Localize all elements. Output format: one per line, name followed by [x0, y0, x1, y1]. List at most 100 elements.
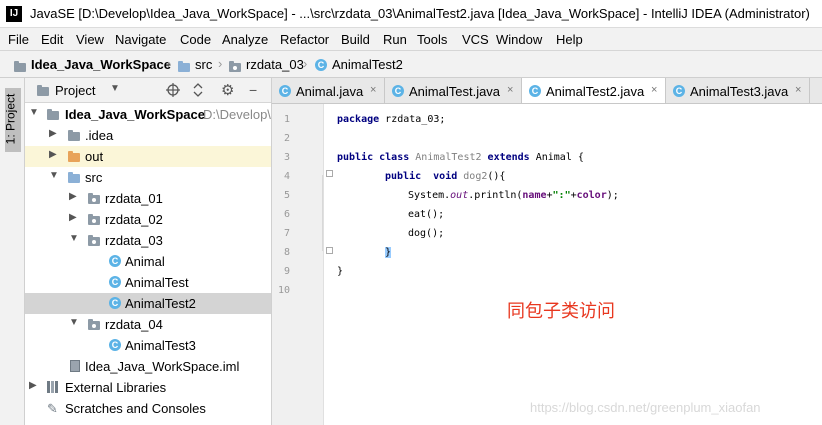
menu-run[interactable]: Run — [383, 32, 407, 47]
module-folder-icon — [14, 61, 26, 72]
code-line-7: dog(); — [408, 228, 445, 239]
tree-item-animaltest2[interactable]: C AnimalTest2 — [25, 293, 271, 314]
class-icon: C — [109, 276, 121, 288]
breadcrumb-class[interactable]: AnimalTest2 — [332, 57, 403, 72]
scratches-icon: ✎ — [47, 401, 58, 416]
class-icon: C — [109, 255, 121, 267]
project-view-dropdown[interactable]: Project — [55, 83, 95, 98]
menu-navigate[interactable]: Navigate — [115, 32, 166, 47]
code-line-6: eat(); — [408, 209, 445, 220]
line-number: 3 — [283, 152, 290, 163]
tree-item-label: rzdata_03 — [105, 233, 163, 248]
menu-analyze[interactable]: Analyze — [222, 32, 268, 47]
expand-arrow-icon[interactable]: ▼ — [29, 107, 39, 118]
menu-edit[interactable]: Edit — [41, 32, 63, 47]
tree-item-out[interactable]: ▶ out — [25, 146, 271, 167]
chevron-down-icon[interactable]: ▼ — [110, 83, 120, 94]
tree-item-iml-file[interactable]: Idea_Java_WorkSpace.iml — [25, 356, 271, 377]
menu-window[interactable]: Window — [496, 32, 542, 47]
menu-build[interactable]: Build — [341, 32, 370, 47]
tree-item-label: Animal — [125, 254, 165, 269]
menu-tools[interactable]: Tools — [417, 32, 447, 47]
intellij-icon: IJ — [6, 6, 22, 22]
menu-refactor[interactable]: Refactor — [280, 32, 329, 47]
breadcrumb: Idea_Java_WorkSpace › src › rzdata_03 › … — [0, 51, 822, 78]
close-icon[interactable]: × — [370, 84, 376, 96]
line-number: 1 — [283, 114, 290, 125]
tree-item-rzdata-03[interactable]: ▼ rzdata_03 — [25, 230, 271, 251]
folder-icon — [68, 130, 80, 141]
class-icon: C — [392, 85, 404, 97]
tree-item-label: External Libraries — [65, 380, 167, 395]
tree-item-rzdata-01[interactable]: ▶ rzdata_01 — [25, 188, 271, 209]
breadcrumb-package[interactable]: rzdata_03 — [246, 57, 304, 72]
close-icon[interactable]: × — [651, 84, 657, 96]
locate-icon[interactable] — [166, 83, 180, 97]
class-icon: C — [673, 85, 685, 97]
collapsed-arrow-icon[interactable]: ▶ — [49, 128, 57, 139]
tree-item-label: AnimalTest2 — [125, 296, 196, 311]
close-icon[interactable]: × — [795, 84, 801, 96]
line-number: 6 — [283, 209, 290, 220]
tree-item-label: rzdata_02 — [105, 212, 163, 227]
fold-marker-icon[interactable] — [326, 170, 333, 177]
breadcrumb-project[interactable]: Idea_Java_WorkSpace — [31, 57, 171, 72]
tree-item-external-libraries[interactable]: ▶ External Libraries — [25, 377, 271, 398]
collapsed-arrow-icon[interactable]: ▶ — [29, 380, 37, 391]
tree-item-animaltest3[interactable]: C AnimalTest3 — [25, 335, 271, 356]
tree-item-label: src — [85, 170, 103, 185]
package-icon — [88, 235, 100, 246]
tree-item-rzdata-04[interactable]: ▼ rzdata_04 — [25, 314, 271, 335]
menu-view[interactable]: View — [76, 32, 104, 47]
line-number: 4 — [283, 171, 290, 182]
gear-icon[interactable]: ⚙ — [221, 81, 234, 99]
project-tool-tab[interactable]: 1: Project — [3, 88, 21, 152]
tab-animaltest2-java[interactable]: C AnimalTest2.java × — [522, 78, 666, 103]
tree-item-idea[interactable]: ▶ .idea — [25, 125, 271, 146]
collapsed-arrow-icon[interactable]: ▶ — [69, 212, 77, 223]
menu-vcs[interactable]: VCS — [462, 32, 489, 47]
line-number: 10 — [277, 285, 290, 296]
expand-arrow-icon[interactable]: ▼ — [69, 317, 79, 328]
collapsed-arrow-icon[interactable]: ▶ — [49, 149, 57, 160]
tree-item-scratches[interactable]: ✎ Scratches and Consoles — [25, 398, 271, 419]
menu-bar: File Edit View Navigate Code Analyze Ref… — [0, 28, 822, 51]
breadcrumb-separator: › — [303, 56, 308, 71]
tab-label: AnimalTest3.java — [690, 84, 789, 99]
tree-item-animal[interactable]: C Animal — [25, 251, 271, 272]
project-path-label: D:\Develop\I — [203, 107, 272, 122]
tab-animal-java[interactable]: C Animal.java × — [272, 78, 385, 103]
tree-item-animaltest[interactable]: C AnimalTest — [25, 272, 271, 293]
tree-item-label: .idea — [85, 128, 114, 143]
tab-label: AnimalTest.java — [409, 84, 501, 99]
class-icon: C — [109, 339, 121, 351]
menu-file[interactable]: File — [8, 32, 29, 47]
code-editor[interactable]: 1 2 3 4 5 6 7 8 9 10 package rzdata_03; … — [272, 104, 822, 425]
tab-animaltest-java[interactable]: C AnimalTest.java × — [385, 78, 522, 103]
tree-item-project-root[interactable]: ▼ Idea_Java_WorkSpace D:\Develop\I — [25, 104, 272, 125]
tree-item-label: out — [85, 149, 104, 164]
tree-item-src[interactable]: ▼ src — [25, 167, 271, 188]
menu-code[interactable]: Code — [180, 32, 211, 47]
annotation-text: 同包子类访问 — [507, 301, 615, 322]
code-line-3: public class AnimalTest2 extends Animal … — [337, 152, 584, 163]
breadcrumb-separator: › — [218, 56, 223, 71]
breadcrumb-src[interactable]: src — [195, 57, 212, 72]
fold-marker-icon[interactable] — [326, 247, 333, 254]
project-panel: Project ▼ ⚙ − ▼ Idea_Java_WorkSpace D:\D… — [25, 78, 272, 425]
class-icon: C — [315, 59, 327, 71]
code-line-5: System.out.println(name+":"+color); — [408, 190, 619, 201]
package-icon — [88, 193, 100, 204]
tree-item-rzdata-02[interactable]: ▶ rzdata_02 — [25, 209, 271, 230]
close-icon[interactable]: × — [507, 84, 513, 96]
tree-item-label: rzdata_01 — [105, 191, 163, 206]
expand-arrow-icon[interactable]: ▼ — [69, 233, 79, 244]
collapsed-arrow-icon[interactable]: ▶ — [69, 191, 77, 202]
hide-panel-icon[interactable]: − — [249, 82, 257, 98]
project-tool-tab-label: 1: Project — [3, 93, 18, 145]
collapse-all-icon[interactable] — [191, 83, 205, 97]
tab-animaltest3-java[interactable]: C AnimalTest3.java × — [666, 78, 810, 103]
tree-item-label: AnimalTest — [125, 275, 189, 290]
expand-arrow-icon[interactable]: ▼ — [49, 170, 59, 181]
menu-help[interactable]: Help — [556, 32, 583, 47]
